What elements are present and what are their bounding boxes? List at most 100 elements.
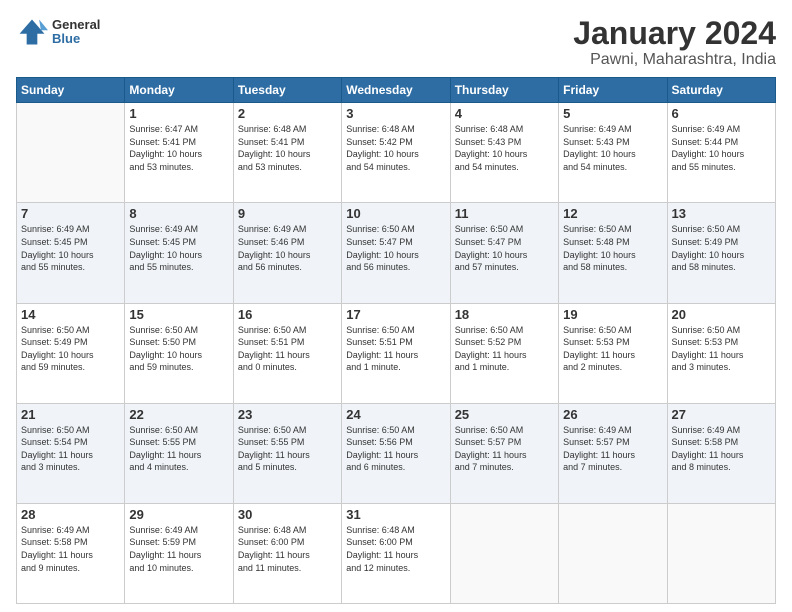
calendar-day: 17Sunrise: 6:50 AM Sunset: 5:51 PM Dayli… [342,303,450,403]
day-info: Sunrise: 6:49 AM Sunset: 5:45 PM Dayligh… [21,223,120,273]
calendar-week-row: 28 Sunrise: 6:49 AM Sunset: 5:58 PM Dayli… [17,503,776,603]
calendar-week-row: 21 Sunrise: 6:50 AM Sunset: 5:54 PM Dayli… [17,403,776,503]
day-number: 17 [346,307,445,322]
day-info: Sunrise: 6:50 AM Sunset: 5:56 PM Dayligh… [346,424,445,474]
calendar-day: 13 Sunrise: 6:50 AM Sunset: 5:49 PM Dayli… [667,203,775,303]
day-info: Sunrise: 6:50 AM Sunset: 5:48 PM Dayligh… [563,223,662,273]
calendar-day: 5 Sunrise: 6:49 AM Sunset: 5:43 PM Daylig… [559,103,667,203]
day-info: Sunrise: 6:50 AM Sunset: 5:57 PM Dayligh… [455,424,554,474]
calendar-day: 25 Sunrise: 6:50 AM Sunset: 5:57 PM Dayli… [450,403,558,503]
header: General Blue January 2024 Pawni, Maharas… [16,16,776,69]
day-info: Sunrise: 6:49 AM Sunset: 5:43 PM Dayligh… [563,123,662,173]
calendar-day: 20 Sunrise: 6:50 AM Sunset: 5:53 PM Dayli… [667,303,775,403]
day-info: Sunrise: 6:49 AM Sunset: 5:44 PM Dayligh… [672,123,771,173]
calendar-week-row: 7 Sunrise: 6:49 AM Sunset: 5:45 PM Daylig… [17,203,776,303]
calendar-day: 31Sunrise: 6:48 AM Sunset: 6:00 PM Dayli… [342,503,450,603]
day-info: Sunrise: 6:49 AM Sunset: 5:57 PM Dayligh… [563,424,662,474]
day-number: 21 [21,407,120,422]
day-info: Sunrise: 6:49 AM Sunset: 5:45 PM Dayligh… [129,223,228,273]
day-number: 19 [563,307,662,322]
day-number: 3 [346,106,445,121]
calendar-day: 18Sunrise: 6:50 AM Sunset: 5:52 PM Dayli… [450,303,558,403]
day-info: Sunrise: 6:50 AM Sunset: 5:52 PM Dayligh… [455,324,554,374]
calendar-day: 21 Sunrise: 6:50 AM Sunset: 5:54 PM Dayli… [17,403,125,503]
calendar-day [17,103,125,203]
calendar-header-friday: Friday [559,78,667,103]
day-info: Sunrise: 6:48 AM Sunset: 6:00 PM Dayligh… [238,524,337,574]
calendar-day: 29Sunrise: 6:49 AM Sunset: 5:59 PM Dayli… [125,503,233,603]
day-number: 7 [21,206,120,221]
calendar-day: 6 Sunrise: 6:49 AM Sunset: 5:44 PM Daylig… [667,103,775,203]
day-number: 14 [21,307,120,322]
day-number: 29 [129,507,228,522]
day-info: Sunrise: 6:50 AM Sunset: 5:47 PM Dayligh… [455,223,554,273]
calendar-day: 23 Sunrise: 6:50 AM Sunset: 5:55 PM Dayli… [233,403,341,503]
calendar-day: 1Sunrise: 6:47 AM Sunset: 5:41 PM Daylig… [125,103,233,203]
day-info: Sunrise: 6:48 AM Sunset: 5:43 PM Dayligh… [455,123,554,173]
day-number: 28 [21,507,120,522]
calendar-day: 2 Sunrise: 6:48 AM Sunset: 5:41 PM Daylig… [233,103,341,203]
day-number: 26 [563,407,662,422]
calendar-day: 4 Sunrise: 6:48 AM Sunset: 5:43 PM Daylig… [450,103,558,203]
day-info: Sunrise: 6:50 AM Sunset: 5:50 PM Dayligh… [129,324,228,374]
day-number: 5 [563,106,662,121]
calendar-header-monday: Monday [125,78,233,103]
day-info: Sunrise: 6:50 AM Sunset: 5:53 PM Dayligh… [563,324,662,374]
calendar-day: 11 Sunrise: 6:50 AM Sunset: 5:47 PM Dayli… [450,203,558,303]
day-info: Sunrise: 6:49 AM Sunset: 5:46 PM Dayligh… [238,223,337,273]
calendar-day: 30 Sunrise: 6:48 AM Sunset: 6:00 PM Dayli… [233,503,341,603]
calendar-day: 12Sunrise: 6:50 AM Sunset: 5:48 PM Dayli… [559,203,667,303]
calendar-day: 15Sunrise: 6:50 AM Sunset: 5:50 PM Dayli… [125,303,233,403]
day-info: Sunrise: 6:50 AM Sunset: 5:54 PM Dayligh… [21,424,120,474]
calendar-week-row: 14 Sunrise: 6:50 AM Sunset: 5:49 PM Dayli… [17,303,776,403]
calendar-table: SundayMondayTuesdayWednesdayThursdayFrid… [16,77,776,604]
day-number: 11 [455,206,554,221]
page: General Blue January 2024 Pawni, Maharas… [0,0,792,612]
day-number: 2 [238,106,337,121]
calendar-day: 19 Sunrise: 6:50 AM Sunset: 5:53 PM Dayli… [559,303,667,403]
day-number: 25 [455,407,554,422]
day-number: 9 [238,206,337,221]
day-info: Sunrise: 6:50 AM Sunset: 5:53 PM Dayligh… [672,324,771,374]
day-info: Sunrise: 6:50 AM Sunset: 5:49 PM Dayligh… [21,324,120,374]
day-info: Sunrise: 6:48 AM Sunset: 5:41 PM Dayligh… [238,123,337,173]
day-number: 6 [672,106,771,121]
calendar-title: January 2024 [573,16,776,51]
calendar-day [450,503,558,603]
day-number: 27 [672,407,771,422]
logo-icon [16,16,48,48]
day-number: 22 [129,407,228,422]
calendar-subtitle: Pawni, Maharashtra, India [573,51,776,69]
day-number: 4 [455,106,554,121]
calendar-day: 7 Sunrise: 6:49 AM Sunset: 5:45 PM Daylig… [17,203,125,303]
day-number: 23 [238,407,337,422]
day-number: 31 [346,507,445,522]
day-info: Sunrise: 6:50 AM Sunset: 5:51 PM Dayligh… [238,324,337,374]
day-number: 20 [672,307,771,322]
calendar-day: 14 Sunrise: 6:50 AM Sunset: 5:49 PM Dayli… [17,303,125,403]
day-info: Sunrise: 6:50 AM Sunset: 5:55 PM Dayligh… [129,424,228,474]
logo-text: General Blue [52,18,100,47]
day-number: 30 [238,507,337,522]
calendar-header-row: SundayMondayTuesdayWednesdayThursdayFrid… [17,78,776,103]
calendar-day: 9 Sunrise: 6:49 AM Sunset: 5:46 PM Daylig… [233,203,341,303]
logo-general: General [52,18,100,32]
day-number: 8 [129,206,228,221]
day-number: 16 [238,307,337,322]
day-info: Sunrise: 6:50 AM Sunset: 5:55 PM Dayligh… [238,424,337,474]
calendar-day: 16 Sunrise: 6:50 AM Sunset: 5:51 PM Dayli… [233,303,341,403]
day-number: 10 [346,206,445,221]
logo-blue: Blue [52,32,100,46]
calendar-day: 24Sunrise: 6:50 AM Sunset: 5:56 PM Dayli… [342,403,450,503]
day-info: Sunrise: 6:50 AM Sunset: 5:49 PM Dayligh… [672,223,771,273]
calendar-header-sunday: Sunday [17,78,125,103]
calendar-day: 28 Sunrise: 6:49 AM Sunset: 5:58 PM Dayli… [17,503,125,603]
calendar-day: 8 Sunrise: 6:49 AM Sunset: 5:45 PM Daylig… [125,203,233,303]
calendar-header-thursday: Thursday [450,78,558,103]
calendar-day [559,503,667,603]
day-info: Sunrise: 6:47 AM Sunset: 5:41 PM Dayligh… [129,123,228,173]
calendar-day: 27Sunrise: 6:49 AM Sunset: 5:58 PM Dayli… [667,403,775,503]
title-block: January 2024 Pawni, Maharashtra, India [573,16,776,69]
day-info: Sunrise: 6:49 AM Sunset: 5:58 PM Dayligh… [21,524,120,574]
day-number: 13 [672,206,771,221]
